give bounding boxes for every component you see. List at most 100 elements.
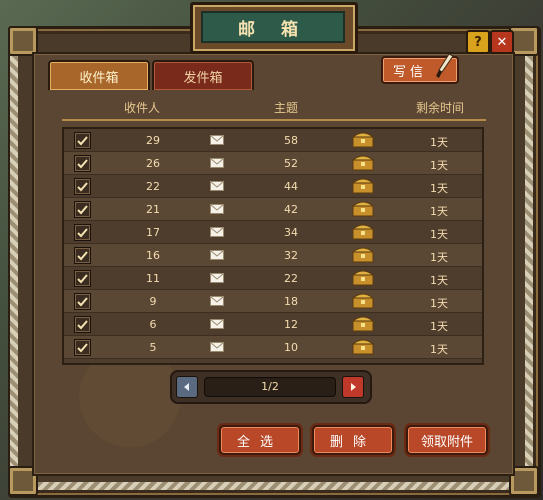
row-subject: 22 bbox=[284, 272, 298, 285]
treasure-chest-icon[interactable] bbox=[352, 154, 374, 171]
row-subject: 12 bbox=[284, 318, 298, 331]
row-sender: 22 bbox=[146, 180, 160, 193]
treasure-chest-icon[interactable] bbox=[352, 269, 374, 286]
row-checkbox[interactable] bbox=[74, 132, 91, 149]
row-sender: 21 bbox=[146, 203, 160, 216]
mail-row[interactable]: 5 10 1天 bbox=[64, 336, 482, 359]
check-icon bbox=[77, 205, 88, 215]
mail-row[interactable]: 16 32 1天 bbox=[64, 244, 482, 267]
row-subject: 34 bbox=[284, 226, 298, 239]
pagination: 1/2 bbox=[170, 370, 372, 404]
close-button[interactable]: ✕ bbox=[490, 30, 514, 54]
row-remaining: 1天 bbox=[430, 228, 448, 241]
row-subject: 58 bbox=[284, 134, 298, 147]
envelope-icon bbox=[210, 250, 224, 260]
row-checkbox[interactable] bbox=[74, 155, 91, 172]
mail-list: 29 58 1天 26 52 1天 22 44 1天 21 42 1天 17 3… bbox=[62, 127, 484, 365]
column-headers: 收件人 主题 剩余时间 bbox=[66, 95, 484, 119]
mail-row[interactable]: 26 52 1天 bbox=[64, 152, 482, 175]
envelope-icon bbox=[210, 135, 224, 145]
select-all-button[interactable]: 全选 bbox=[219, 425, 301, 455]
mail-row[interactable]: 21 42 1天 bbox=[64, 198, 482, 221]
row-remaining: 1天 bbox=[430, 182, 448, 195]
treasure-chest-icon[interactable] bbox=[352, 315, 374, 332]
row-checkbox[interactable] bbox=[74, 224, 91, 241]
rope-border-right bbox=[525, 30, 533, 490]
treasure-chest-icon[interactable] bbox=[352, 338, 374, 355]
row-sender: 9 bbox=[149, 295, 157, 308]
row-sender: 29 bbox=[146, 134, 160, 147]
mail-row[interactable]: 22 44 1天 bbox=[64, 175, 482, 198]
row-sender: 11 bbox=[146, 272, 160, 285]
arrow-right-icon bbox=[351, 383, 356, 391]
delete-button[interactable]: 删除 bbox=[312, 425, 394, 455]
row-remaining: 1天 bbox=[430, 343, 448, 356]
check-icon bbox=[77, 182, 88, 192]
row-checkbox[interactable] bbox=[74, 178, 91, 195]
row-subject: 32 bbox=[284, 249, 298, 262]
tab-sent[interactable]: 发件箱 bbox=[152, 60, 254, 90]
row-remaining: 1天 bbox=[430, 274, 448, 287]
envelope-icon bbox=[210, 158, 224, 168]
help-button[interactable]: ? bbox=[466, 30, 490, 54]
row-sender: 6 bbox=[149, 318, 157, 331]
check-icon bbox=[77, 320, 88, 330]
mail-row[interactable]: 17 34 1天 bbox=[64, 221, 482, 244]
row-sender: 16 bbox=[146, 249, 160, 262]
title-plate: 邮 箱 bbox=[190, 2, 358, 54]
envelope-icon bbox=[210, 181, 224, 191]
mail-row[interactable]: 11 22 1天 bbox=[64, 267, 482, 290]
arrow-left-icon bbox=[184, 383, 189, 391]
write-mail-button[interactable]: 写信 bbox=[381, 53, 459, 84]
check-icon bbox=[77, 228, 88, 238]
check-icon bbox=[77, 274, 88, 284]
row-subject: 18 bbox=[284, 295, 298, 308]
treasure-chest-icon[interactable] bbox=[352, 246, 374, 263]
next-page-button[interactable] bbox=[342, 376, 364, 398]
envelope-icon bbox=[210, 319, 224, 329]
claim-attachments-button[interactable]: 领取附件 bbox=[406, 425, 488, 455]
row-remaining: 1天 bbox=[430, 251, 448, 264]
treasure-chest-icon[interactable] bbox=[352, 292, 374, 309]
row-checkbox[interactable] bbox=[74, 339, 91, 356]
prev-page-button[interactable] bbox=[176, 376, 198, 398]
mail-row[interactable]: 9 18 1天 bbox=[64, 290, 482, 313]
row-checkbox[interactable] bbox=[74, 293, 91, 310]
row-checkbox[interactable] bbox=[74, 201, 91, 218]
header-subject: 主题 bbox=[274, 101, 299, 115]
row-subject: 52 bbox=[284, 157, 298, 170]
treasure-chest-icon[interactable] bbox=[352, 200, 374, 217]
row-subject: 44 bbox=[284, 180, 298, 193]
check-icon bbox=[77, 159, 88, 169]
rope-border-left bbox=[10, 30, 18, 490]
check-icon bbox=[77, 251, 88, 261]
mail-row[interactable]: 6 12 1天 bbox=[64, 313, 482, 336]
row-sender: 17 bbox=[146, 226, 160, 239]
row-subject: 10 bbox=[284, 341, 298, 354]
header-remaining: 剩余时间 bbox=[416, 101, 465, 115]
brush-icon bbox=[436, 53, 454, 78]
row-remaining: 1天 bbox=[430, 205, 448, 218]
row-sender: 26 bbox=[146, 157, 160, 170]
header-divider bbox=[62, 119, 486, 121]
check-icon bbox=[77, 136, 88, 146]
row-checkbox[interactable] bbox=[74, 247, 91, 264]
check-icon bbox=[77, 343, 88, 353]
treasure-chest-icon[interactable] bbox=[352, 177, 374, 194]
mail-row[interactable]: 29 58 1天 bbox=[64, 129, 482, 152]
row-checkbox[interactable] bbox=[74, 270, 91, 287]
envelope-icon bbox=[210, 296, 224, 306]
treasure-chest-icon[interactable] bbox=[352, 131, 374, 148]
envelope-icon bbox=[210, 342, 224, 352]
write-mail-label: 写信 bbox=[393, 64, 428, 80]
tab-inbox[interactable]: 收件箱 bbox=[48, 60, 150, 90]
row-checkbox[interactable] bbox=[74, 316, 91, 333]
page-indicator: 1/2 bbox=[204, 377, 336, 397]
treasure-chest-icon[interactable] bbox=[352, 223, 374, 240]
row-remaining: 1天 bbox=[430, 136, 448, 149]
header-sender: 收件人 bbox=[124, 101, 161, 115]
envelope-icon bbox=[210, 273, 224, 283]
envelope-icon bbox=[210, 227, 224, 237]
row-remaining: 1天 bbox=[430, 297, 448, 310]
row-subject: 42 bbox=[284, 203, 298, 216]
